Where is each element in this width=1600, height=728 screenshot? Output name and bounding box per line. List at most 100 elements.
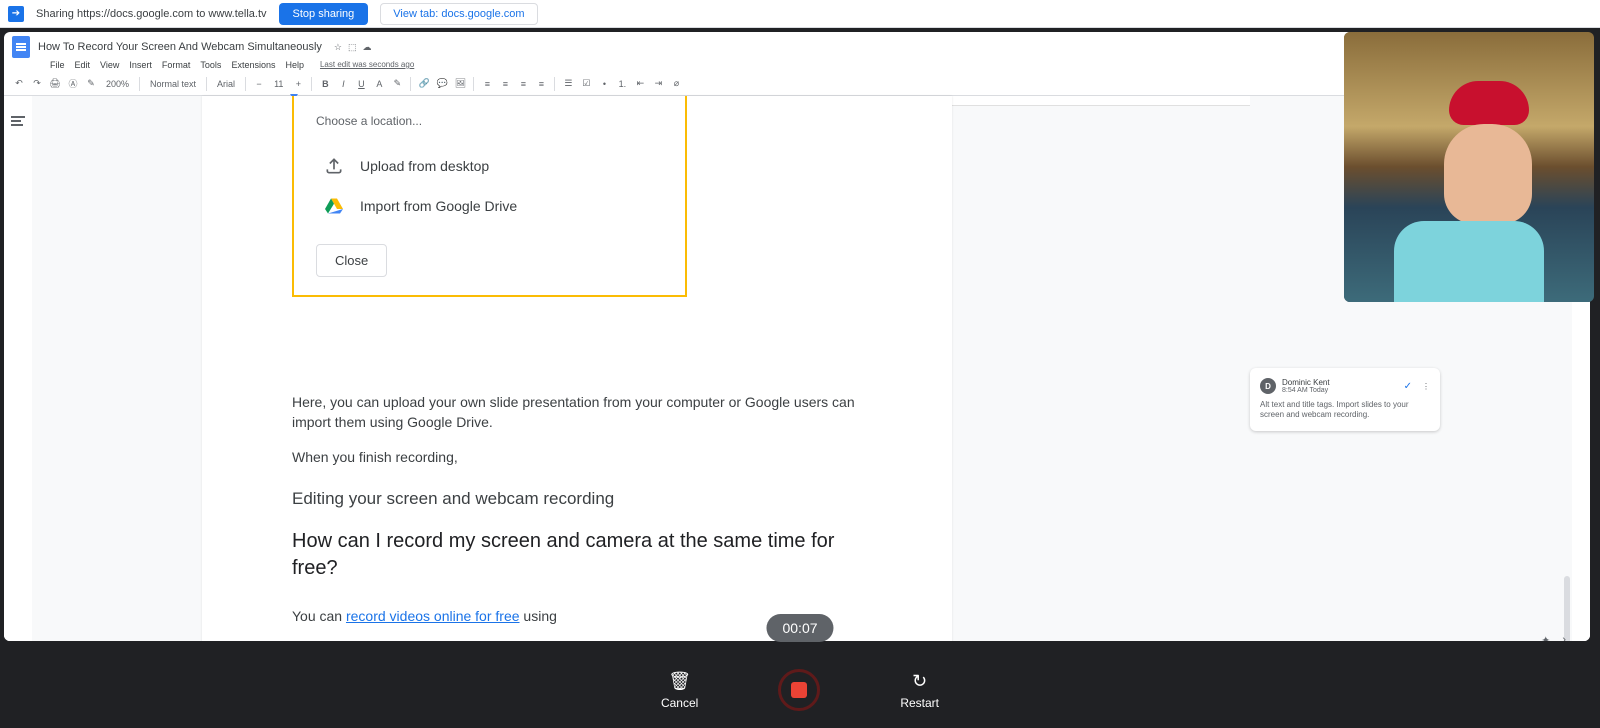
paragraph[interactable]: When you finish recording, [292,447,862,467]
font-size-minus[interactable]: − [252,77,266,91]
menu-insert[interactable]: Insert [129,60,152,70]
restart-button[interactable]: ↻ Restart [900,671,939,710]
menu-format[interactable]: Format [162,60,191,70]
document-body[interactable]: Here, you can upload your own slide pres… [202,392,952,626]
stop-icon [791,682,807,698]
comment-menu-icon[interactable]: ⋮ [1422,382,1430,391]
indent-less-icon[interactable]: ⇤ [633,77,647,91]
google-drive-icon [324,196,344,216]
outline-toggle-icon[interactable] [11,116,25,128]
recording-controls: 🗑 Cancel ↻ Restart [0,652,1600,728]
menu-help[interactable]: Help [285,60,304,70]
chevron-right-icon[interactable]: › [1562,634,1566,641]
stop-recording-button[interactable] [778,669,820,711]
document-page[interactable]: Choose a location... Upload from desktop… [202,96,952,641]
last-edit-text[interactable]: Last edit was seconds ago [320,60,414,70]
highlight-icon[interactable]: ✎ [390,77,404,91]
comment-body: Alt text and title tags. Import slides t… [1260,400,1430,421]
comment-header: D Dominic Kent 8:54 AM Today ✓ ⋮ [1260,378,1430,394]
cloud-icon[interactable]: ☁ [363,42,372,53]
clear-format-icon[interactable]: ⌀ [669,77,683,91]
italic-icon[interactable]: I [336,77,350,91]
undo-icon[interactable]: ↶ [12,77,26,91]
resolve-comment-icon[interactable]: ✓ [1404,381,1412,392]
document-title[interactable]: How To Record Your Screen And Webcam Sim… [38,41,322,53]
separator [311,77,312,91]
separator [554,77,555,91]
heading-2[interactable]: How can I record my screen and camera at… [292,528,862,582]
upload-label: Upload from desktop [360,158,489,174]
docs-logo-icon[interactable] [12,36,30,58]
explore-icon[interactable]: ✦ [1541,634,1550,641]
heading-3[interactable]: Editing your screen and webcam recording [292,487,862,512]
format-paint-icon[interactable]: ✎ [84,77,98,91]
underline-icon[interactable]: U [354,77,368,91]
bold-icon[interactable]: B [318,77,332,91]
star-icon[interactable]: ☆ [334,42,342,53]
comment-icon[interactable]: 💬 [435,77,449,91]
link-icon[interactable]: 🔗 [417,77,431,91]
comment-timestamp: 8:54 AM Today [1282,387,1330,394]
separator [206,77,207,91]
style-select[interactable]: Normal text [146,79,200,89]
explore-area: ✦ › [1541,634,1566,641]
separator [473,77,474,91]
webcam-feed[interactable] [1344,32,1594,302]
text-span: You can [292,608,346,624]
restart-icon: ↻ [912,671,927,692]
line-spacing-icon[interactable]: ☰ [561,77,575,91]
close-button[interactable]: Close [316,244,387,277]
import-from-drive-option[interactable]: Import from Google Drive [316,186,663,226]
menu-extensions[interactable]: Extensions [231,60,275,70]
menu-view[interactable]: View [100,60,119,70]
print-icon[interactable]: 🖨 [48,77,62,91]
scrollbar[interactable] [1564,576,1570,641]
move-icon[interactable]: ⬚ [348,42,357,53]
trash-icon: 🗑 [668,671,691,692]
text-span: using [520,608,557,624]
insert-slides-dialog: Choose a location... Upload from desktop… [292,96,687,297]
cancel-button[interactable]: 🗑 Cancel [661,671,698,710]
comment-avatar: D [1260,378,1276,394]
upload-icon [324,156,344,176]
menu-tools[interactable]: Tools [200,60,221,70]
bullet-list-icon[interactable]: • [597,77,611,91]
cancel-label: Cancel [661,696,698,710]
separator [139,77,140,91]
align-left-icon[interactable]: ≡ [480,77,494,91]
align-right-icon[interactable]: ≡ [516,77,530,91]
comment-card[interactable]: D Dominic Kent 8:54 AM Today ✓ ⋮ Alt tex… [1250,368,1440,431]
spellcheck-icon[interactable]: Ⓐ [66,77,80,91]
numbered-list-icon[interactable]: 1. [615,77,629,91]
font-size[interactable]: 11 [270,79,287,89]
share-status-text: Sharing https://docs.google.com to www.t… [36,8,267,20]
font-select[interactable]: Arial [213,79,239,89]
font-size-plus[interactable]: + [291,77,305,91]
align-justify-icon[interactable]: ≡ [534,77,548,91]
title-action-icons: ☆ ⬚ ☁ [334,42,372,53]
recording-timer: 00:07 [766,614,833,642]
separator [410,77,411,91]
view-tab-button[interactable]: View tab: docs.google.com [380,3,537,25]
upload-from-desktop-option[interactable]: Upload from desktop [316,146,663,186]
text-color-icon[interactable]: A [372,77,386,91]
restart-label: Restart [900,696,939,710]
share-icon: ➔ [8,6,24,22]
redo-icon[interactable]: ↷ [30,77,44,91]
dialog-label: Choose a location... [316,114,663,128]
separator [245,77,246,91]
align-center-icon[interactable]: ≡ [498,77,512,91]
paragraph[interactable]: Here, you can upload your own slide pres… [292,392,862,433]
menu-edit[interactable]: Edit [75,60,91,70]
webcam-video [1344,32,1594,302]
comment-author: Dominic Kent [1282,378,1330,387]
image-icon[interactable]: 🖼 [453,77,467,91]
checklist-icon[interactable]: ☑ [579,77,593,91]
left-gutter [4,96,32,641]
import-label: Import from Google Drive [360,198,517,214]
zoom-select[interactable]: 200% [102,79,133,89]
stop-sharing-button[interactable]: Stop sharing [279,3,369,25]
menu-file[interactable]: File [50,60,65,70]
indent-more-icon[interactable]: ⇥ [651,77,665,91]
inline-link[interactable]: record videos online for free [346,608,520,624]
